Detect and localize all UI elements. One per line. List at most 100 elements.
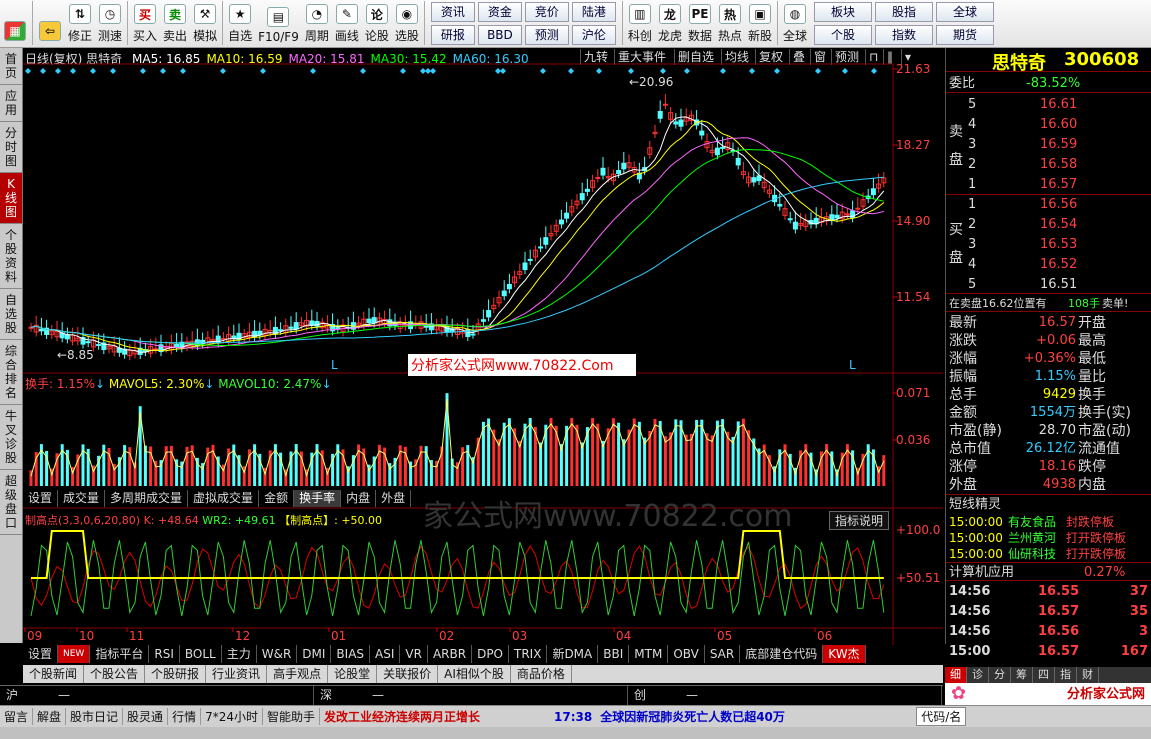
news-tab[interactable]: 商品价格	[511, 665, 572, 683]
event-marker[interactable]	[110, 68, 116, 74]
index-cell[interactable]: 创 —	[628, 686, 942, 705]
event-marker[interactable]	[684, 68, 690, 74]
indicator-tab[interactable]: OBV	[668, 645, 705, 663]
buy-level-row[interactable]: 4 16.52	[946, 255, 1151, 274]
buy-level-row[interactable]: 3 16.53	[946, 235, 1151, 254]
event-marker[interactable]	[774, 68, 780, 74]
event-marker[interactable]	[40, 68, 46, 74]
event-marker[interactable]	[749, 68, 755, 74]
detail-tab[interactable]: 细	[945, 667, 967, 683]
news-tab[interactable]: 个股公告	[84, 665, 146, 683]
news-tab[interactable]: 关联报价	[377, 665, 439, 683]
event-marker[interactable]	[842, 68, 848, 74]
event-marker[interactable]	[430, 68, 436, 74]
left-tab-7[interactable]: 牛叉诊股	[0, 405, 22, 470]
grid-button[interactable]: 资讯	[430, 2, 475, 22]
news-tab[interactable]: 行业资讯	[206, 665, 268, 683]
toolbar-hot-button[interactable]: 热热点	[715, 0, 745, 46]
indicator-tab[interactable]: VR	[400, 645, 428, 663]
event-marker[interactable]	[660, 68, 666, 74]
market-button[interactable]: 指数	[875, 25, 934, 45]
indicator-tab[interactable]: NEW	[58, 645, 91, 663]
event-marker[interactable]	[180, 68, 186, 74]
event-marker[interactable]	[160, 68, 166, 74]
left-tab-0[interactable]: 首页	[0, 48, 22, 85]
left-tab-4[interactable]: 个股资料	[0, 224, 22, 289]
code-input[interactable]: 代码/名	[916, 707, 967, 726]
status-item[interactable]: 股市日记	[66, 708, 124, 725]
toolbar-new-button[interactable]: ▣ 新股	[745, 0, 775, 46]
status-item[interactable]: 行情	[168, 708, 202, 725]
event-marker[interactable]	[871, 68, 877, 74]
event-marker[interactable]	[25, 68, 31, 74]
toolbar-clock-button[interactable]: ◷ 测速	[95, 0, 125, 46]
toolbar-back-arrow-button[interactable]: ⇦	[35, 0, 65, 46]
status-item[interactable]: 智能助手	[263, 708, 320, 725]
event-marker[interactable]	[140, 68, 146, 74]
indicator-tab[interactable]: BBI	[598, 645, 630, 663]
event-marker[interactable]	[55, 68, 61, 74]
news-ticker-1[interactable]: 发改工业经济连续两月正增长	[320, 708, 550, 725]
grid-button[interactable]: 资金	[477, 2, 522, 22]
toolbar-buy-button[interactable]: 买买入	[130, 0, 160, 46]
indicator-tab[interactable]: ASI	[370, 645, 401, 663]
indicator-tab[interactable]: TRIX	[509, 645, 548, 663]
event-marker[interactable]	[628, 68, 634, 74]
toolbar-filter-button[interactable]: ◉ 选股	[392, 0, 422, 46]
event-marker[interactable]	[720, 68, 726, 74]
market-button[interactable]: 期货	[936, 25, 995, 45]
toolbar-up-down-button[interactable]: ⇅ 修正	[65, 0, 95, 46]
volume-tab[interactable]: 多周期成交量	[105, 490, 189, 507]
sell-level-row[interactable]: 2 16.58	[946, 155, 1151, 174]
toolbar-sell-button[interactable]: 卖卖出	[160, 0, 190, 46]
buy-level-row[interactable]: 5 16.51	[946, 275, 1151, 294]
indicator-tab[interactable]: BOLL	[180, 645, 222, 663]
indicator-tab[interactable]: DPO	[472, 645, 509, 663]
toolbar-pe-button[interactable]: PE 数据	[685, 0, 715, 46]
volume-tab[interactable]: 内盘	[341, 490, 377, 507]
news-tab[interactable]: AI相似个股	[438, 665, 511, 683]
buy-level-row[interactable]: 1 16.56	[946, 195, 1151, 214]
news-ticker-2[interactable]: 全球因新冠肺炎死亡人数已超40万	[596, 708, 916, 725]
left-tab-3[interactable]: K线图	[0, 173, 22, 224]
event-marker[interactable]	[310, 68, 316, 74]
indicator-tab[interactable]: 新DMA	[547, 645, 599, 663]
news-tab[interactable]: 高手观点	[267, 665, 329, 683]
sector-row[interactable]: 计算机应用 0.27%	[946, 562, 1151, 581]
status-item[interactable]: 7*24小时	[201, 708, 263, 725]
volume-tab[interactable]: 外盘	[376, 490, 412, 507]
indicator-help-button[interactable]: 指标说明	[829, 511, 890, 530]
event-marker[interactable]	[90, 68, 96, 74]
event-marker[interactable]	[220, 68, 226, 74]
indicator-tab[interactable]: DMI	[297, 645, 332, 663]
indicator-tab[interactable]: SAR	[705, 645, 741, 663]
grid-button[interactable]: 预测	[524, 25, 569, 45]
grid-button[interactable]: 研报	[430, 25, 475, 45]
status-item[interactable]: 解盘	[33, 708, 67, 725]
toolbar-logo-button[interactable]: ▦	[0, 0, 30, 46]
grid-button[interactable]: 竞价	[524, 2, 569, 22]
grid-button[interactable]: 沪伦	[571, 25, 616, 45]
market-button[interactable]: 股指	[875, 2, 934, 22]
kline-chart[interactable]: 日线(复权) 思特奇 MA5: 16.85 MA10: 16.59 MA20: 15…	[23, 48, 943, 645]
short-item[interactable]: 15:00:00 仙研科技 打开跌停板	[946, 546, 1151, 562]
sell-level-row[interactable]: 5 16.61	[946, 95, 1151, 114]
indicator-tab[interactable]: KW杰	[823, 645, 866, 663]
event-marker[interactable]	[260, 68, 266, 74]
buy-level-row[interactable]: 2 16.54	[946, 215, 1151, 234]
detail-tab[interactable]: 分	[989, 667, 1011, 683]
toolbar-pencil-button[interactable]: ✎ 画线	[332, 0, 362, 46]
event-marker[interactable]	[540, 68, 546, 74]
toolbar-dragon-button[interactable]: 龙龙虎	[655, 0, 685, 46]
event-marker[interactable]	[400, 68, 406, 74]
toolbar-star-button[interactable]: ★ 自选	[225, 0, 255, 46]
volume-tab[interactable]: 金额	[259, 490, 295, 507]
short-item[interactable]: 15:00:00 有友食品 封跌停板	[946, 514, 1151, 530]
status-item[interactable]: 留言	[0, 708, 34, 725]
detail-tab[interactable]: 四	[1033, 667, 1055, 683]
left-tab-5[interactable]: 自选股	[0, 289, 22, 340]
volume-tab[interactable]: 设置	[23, 490, 59, 507]
indicator-tab[interactable]: 底部建仓代码	[740, 645, 824, 663]
market-button[interactable]: 全球	[936, 2, 995, 22]
index-cell[interactable]: 深 —	[314, 686, 628, 705]
